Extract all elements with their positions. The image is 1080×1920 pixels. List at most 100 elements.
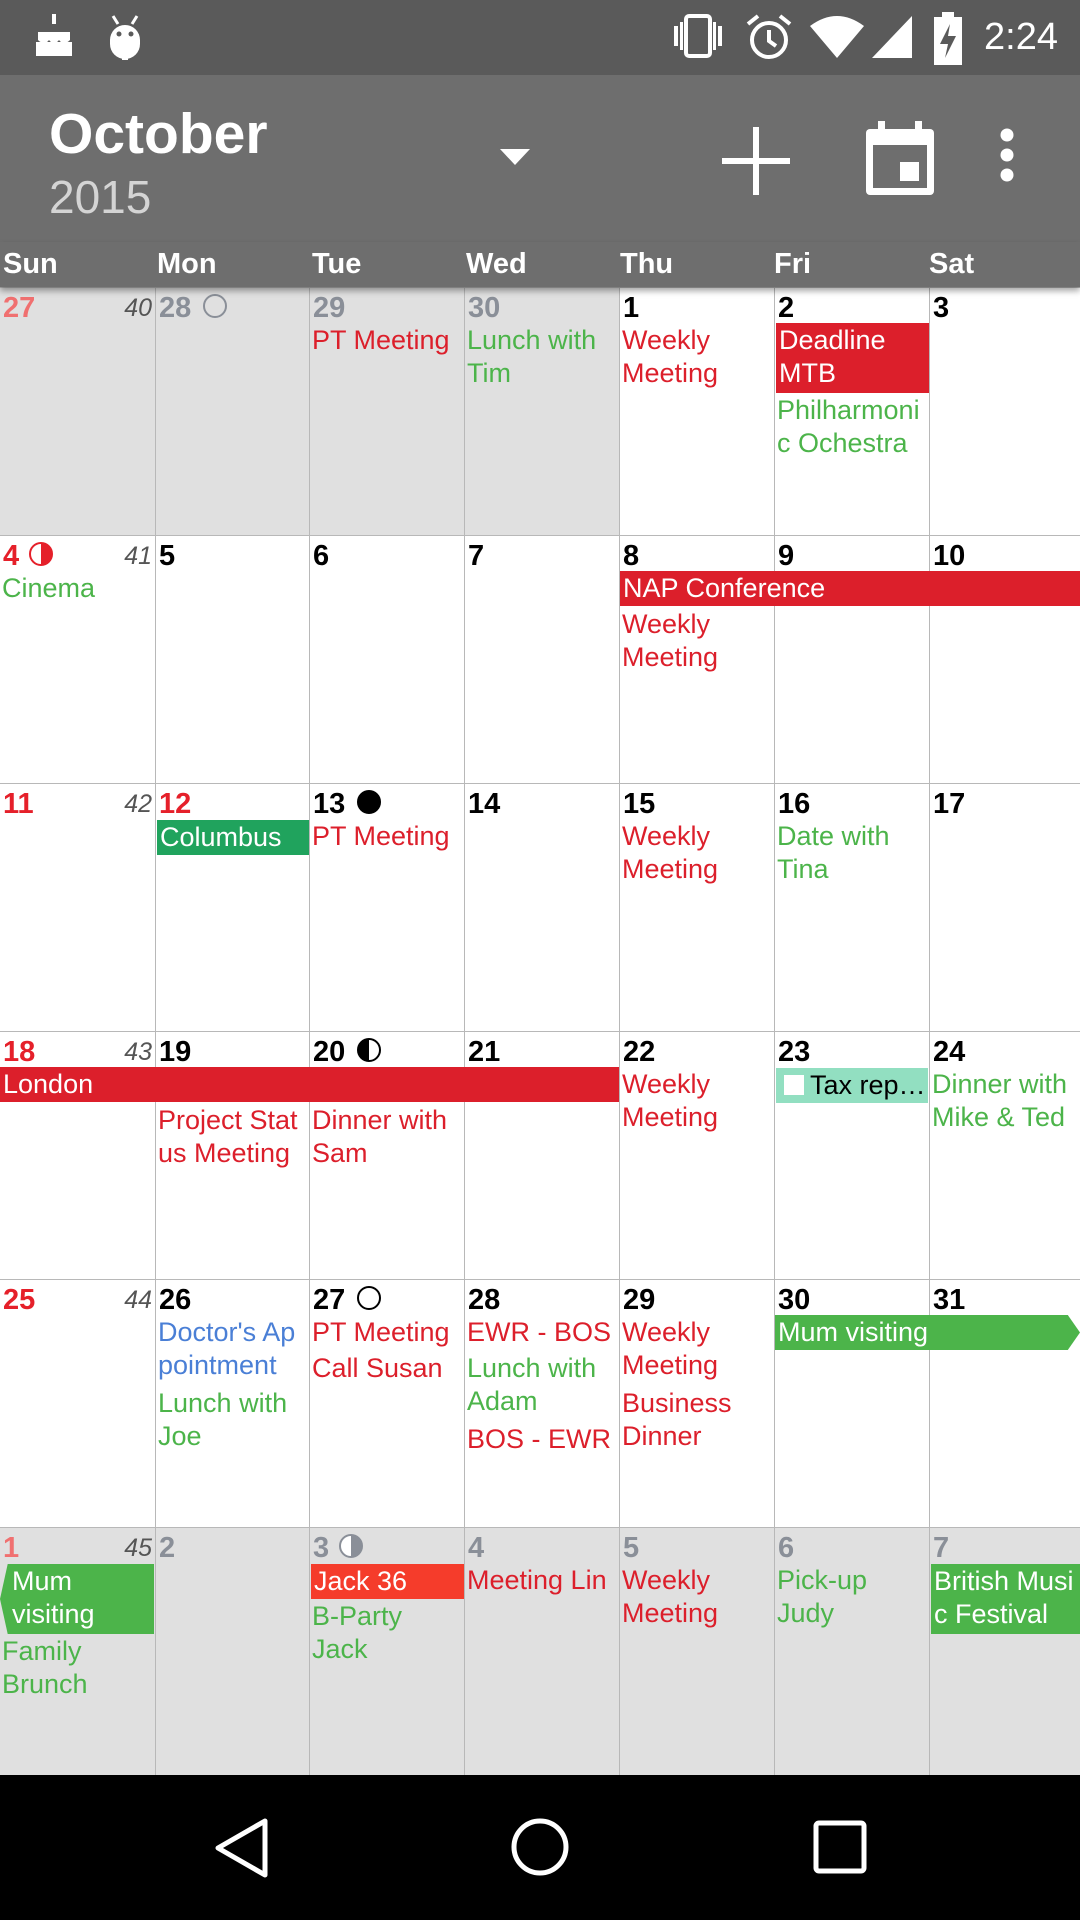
dropdown-arrow-icon[interactable] (498, 147, 532, 167)
event-label[interactable]: Project Status Meeting (158, 1104, 308, 1170)
day-number: 16 (778, 788, 811, 820)
day-cell[interactable]: 5 (155, 535, 309, 783)
day-cell[interactable]: 28 EWR - BOS Lunch with Adam BOS - EWR (464, 1279, 619, 1527)
event-bar[interactable]: NAP Conference (620, 571, 1080, 606)
day-number: 7 (933, 1532, 950, 1564)
day-cell[interactable]: 7 British Music Festival (929, 1527, 1080, 1775)
day-number: 13 (313, 788, 346, 820)
day-cell[interactable]: 29 PT Meeting (309, 287, 464, 535)
day-cell[interactable]: 15 Weekly Meeting (619, 783, 774, 1031)
day-number: 19 (159, 1036, 192, 1068)
event-label[interactable]: PT Meeting (312, 820, 463, 853)
day-cell[interactable]: 3 Jack 36 B-Party Jack (309, 1527, 464, 1775)
day-cell[interactable]: 28 (155, 287, 309, 535)
month-grid: 27 40 28 29 PT Meeting 30 Lunch with Tim… (0, 287, 1080, 1775)
day-cell[interactable]: 5 Weekly Meeting (619, 1527, 774, 1775)
event-label[interactable]: Meeting Lin (467, 1564, 618, 1597)
day-number: 30 (778, 1284, 811, 1316)
day-number: 21 (468, 1036, 501, 1068)
first-quarter-moon-icon (29, 542, 53, 566)
day-cell[interactable]: 1 45 Mum visiting Family Brunch (0, 1527, 155, 1775)
home-icon[interactable] (510, 1817, 570, 1877)
day-cell[interactable]: 25 44 (0, 1279, 155, 1527)
event-label[interactable]: Date with Tina (777, 820, 928, 886)
event-label[interactable]: PT Meeting (312, 1316, 463, 1349)
day-cell[interactable]: 11 42 (0, 783, 155, 1031)
event-label[interactable]: Cinema (2, 572, 154, 605)
day-cell[interactable]: 14 (464, 783, 619, 1031)
day-cell[interactable]: 4 Meeting Lin (464, 1527, 619, 1775)
day-cell[interactable]: 6 (309, 535, 464, 783)
event-bar[interactable]: Columbus (157, 820, 309, 855)
week-number: 40 (124, 294, 152, 322)
event-bar[interactable]: Tax rep… (776, 1068, 928, 1103)
vibrate-icon (674, 14, 722, 58)
month-title[interactable]: October (49, 101, 268, 167)
status-time: 2:24 (984, 16, 1058, 58)
day-cell[interactable]: 27 40 (0, 287, 155, 535)
day-number: 3 (313, 1532, 330, 1564)
event-label[interactable]: Weekly Meeting (622, 324, 773, 390)
day-cell[interactable]: 1 Weekly Meeting (619, 287, 774, 535)
event-bar[interactable]: London (0, 1067, 619, 1102)
weekday-thu: Thu (620, 248, 674, 280)
android-icon (110, 15, 140, 60)
event-label[interactable]: Call Susan (312, 1352, 463, 1385)
weekday-wed: Wed (466, 248, 527, 280)
event-label[interactable]: Lunch with Adam (467, 1352, 618, 1418)
event-label[interactable]: Weekly Meeting (622, 820, 773, 886)
event-label[interactable]: B-Party Jack (312, 1600, 463, 1666)
day-cell[interactable]: 13 PT Meeting (309, 783, 464, 1031)
day-cell[interactable]: 17 (929, 783, 1080, 1031)
day-number: 1 (3, 1532, 20, 1564)
day-cell[interactable]: 4 41 Cinema (0, 535, 155, 783)
event-label[interactable]: PT Meeting (312, 324, 463, 357)
recents-icon[interactable] (812, 1819, 868, 1875)
event-bar[interactable]: Jack 36 (311, 1564, 464, 1599)
add-event-icon[interactable] (718, 123, 794, 199)
event-label[interactable]: Weekly Meeting (622, 1316, 773, 1382)
day-cell[interactable]: 2 (155, 1527, 309, 1775)
event-bar[interactable]: British Music Festival (931, 1564, 1080, 1634)
task-checkbox-icon[interactable] (784, 1075, 804, 1095)
day-cell[interactable]: 6 Pick-up Judy (774, 1527, 929, 1775)
day-number: 2 (159, 1532, 176, 1564)
event-bar[interactable]: Mum visiting (0, 1564, 154, 1634)
day-cell[interactable]: 24 Dinner with Mike & Ted (929, 1031, 1080, 1279)
day-cell[interactable]: 27 PT Meeting Call Susan (309, 1279, 464, 1527)
day-number: 30 (468, 292, 501, 324)
event-label[interactable]: Doctor's Appointment (158, 1316, 308, 1382)
event-label[interactable]: Business Dinner (622, 1387, 773, 1453)
event-label[interactable]: Philharmonic Ochestra (777, 394, 928, 460)
day-cell[interactable]: 16 Date with Tina (774, 783, 929, 1031)
day-cell[interactable]: 29 Weekly Meeting Business Dinner (619, 1279, 774, 1527)
day-cell[interactable]: 30 Lunch with Tim (464, 287, 619, 535)
calendar-today-icon[interactable] (862, 119, 938, 199)
day-cell[interactable]: 23 Tax rep… (774, 1031, 929, 1279)
event-label[interactable]: Weekly Meeting (622, 608, 773, 674)
day-cell[interactable]: 3 (929, 287, 1080, 535)
event-label[interactable]: Weekly Meeting (622, 1564, 773, 1630)
day-cell[interactable]: 7 (464, 535, 619, 783)
day-cell[interactable]: 26 Doctor's Appointment Lunch with Joe (155, 1279, 309, 1527)
cellular-signal-icon (872, 16, 912, 58)
day-number: 23 (778, 1036, 811, 1068)
event-label[interactable]: Weekly Meeting (622, 1068, 773, 1134)
event-label[interactable]: EWR - BOS (467, 1316, 618, 1349)
event-bar[interactable]: Deadline MTB (776, 323, 929, 393)
event-label[interactable]: BOS - EWR (467, 1423, 618, 1456)
day-cell[interactable]: 22 Weekly Meeting (619, 1031, 774, 1279)
event-bar[interactable]: Mum visiting (775, 1315, 1080, 1350)
event-label[interactable]: Dinner with Mike & Ted (932, 1068, 1079, 1134)
more-options-icon[interactable] (995, 127, 1019, 183)
event-label[interactable]: Dinner with Sam (312, 1104, 463, 1170)
day-cell[interactable]: 2 Deadline MTB Philharmonic Ochestra (774, 287, 929, 535)
day-number: 28 (468, 1284, 501, 1316)
back-icon[interactable] (212, 1817, 270, 1879)
event-label[interactable]: Lunch with Tim (467, 324, 618, 390)
event-label[interactable]: Lunch with Joe (158, 1387, 308, 1453)
event-label[interactable]: Pick-up Judy (777, 1564, 928, 1630)
event-label[interactable]: Family Brunch (2, 1635, 154, 1701)
year-title[interactable]: 2015 (49, 170, 151, 224)
day-cell[interactable]: 12 Columbus (155, 783, 309, 1031)
